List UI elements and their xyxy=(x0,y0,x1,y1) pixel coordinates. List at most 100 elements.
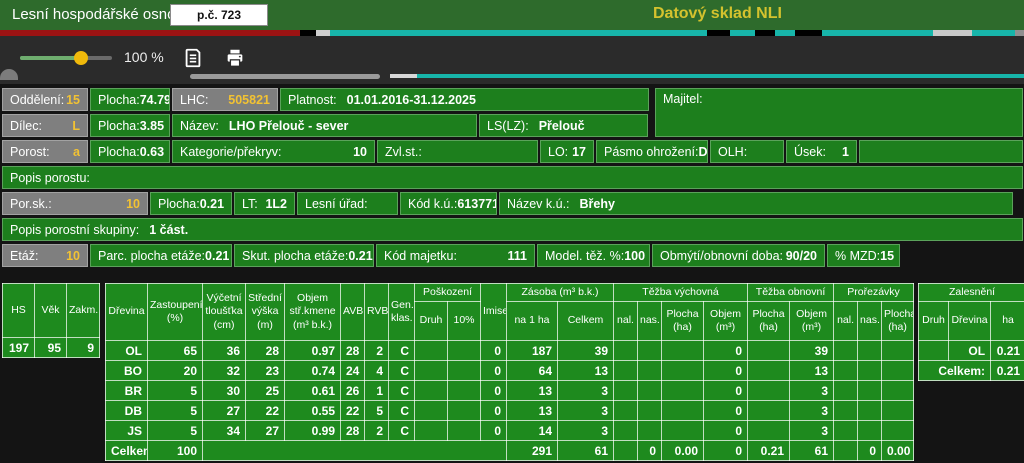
data-cell: BR xyxy=(105,380,148,401)
data-cell: 34 xyxy=(202,420,246,441)
data-cell xyxy=(414,360,448,381)
field-label: Plocha: xyxy=(158,196,200,211)
field-value: 74.79 xyxy=(139,92,170,107)
table-row: OL 65 36 28 0.97 28 2 C 0 187 39 0 39 xyxy=(105,340,915,361)
zoom-slider[interactable] xyxy=(20,51,112,65)
data-cell xyxy=(857,340,883,361)
field-label: LS(LZ): xyxy=(487,118,529,133)
document-button[interactable] xyxy=(180,45,206,71)
header-cell: Dřevina xyxy=(105,283,148,341)
field-value: 17 xyxy=(572,144,586,159)
field-value: LHO Přelouč - sever xyxy=(228,118,349,133)
field-pasmo: Pásmo ohrožení: D xyxy=(596,140,708,163)
data-cell: OL xyxy=(948,340,992,361)
data-cell xyxy=(637,360,662,381)
data-cell xyxy=(833,380,859,401)
field-label: Dílec: xyxy=(10,118,42,133)
plot-number-input[interactable]: p.č. 723 xyxy=(170,4,268,26)
field-value: 1 část. xyxy=(149,222,189,237)
header-cell: Zastoupení (%) xyxy=(147,283,203,341)
data-cell: 95 xyxy=(34,337,67,358)
data-cell: 0.00 xyxy=(881,440,915,461)
field-value: L xyxy=(72,118,80,133)
data-cell: 3 xyxy=(557,420,614,441)
data-cell: 3 xyxy=(557,400,614,421)
data-cell: 9 xyxy=(66,337,100,358)
data-cell: 100 xyxy=(147,440,203,461)
data-cell: C xyxy=(388,380,415,401)
print-button[interactable] xyxy=(222,45,248,71)
field-olh: OLH: xyxy=(710,140,784,163)
field-kategorie: Kategorie/překryv: 10 xyxy=(172,140,375,163)
data-cell: 0 xyxy=(480,420,507,441)
data-cell: 13 xyxy=(506,380,558,401)
data-cell: 22 xyxy=(340,400,365,421)
table-row: BR 5 30 25 0.61 26 1 C 0 13 3 0 3 xyxy=(105,380,915,401)
table-row: BO 20 32 23 0.74 24 4 C 0 64 13 0 13 xyxy=(105,360,915,381)
zoom-slider-handle[interactable] xyxy=(74,51,88,65)
data-cell xyxy=(881,420,915,441)
table-row: OL 0.21 xyxy=(918,340,1024,361)
data-cell: 0 xyxy=(857,440,883,461)
header-cell: Prořezávky xyxy=(833,283,915,302)
header-cell: Výčetní tloušťka (cm) xyxy=(202,283,246,341)
data-cell: 0 xyxy=(480,360,507,381)
field-value: a xyxy=(73,144,80,159)
species-table: Dřevina Zastoupení (%) Výčetní tloušťka (c… xyxy=(105,283,915,461)
data-cell: 5 xyxy=(147,420,203,441)
header-row: Druh Dřevina ha xyxy=(918,301,1024,341)
data-cell xyxy=(881,400,915,421)
data-cell: 0.97 xyxy=(284,340,341,361)
field-plocha-sk: Plocha: 0.21 xyxy=(150,192,232,215)
field-label: Název: xyxy=(180,118,219,133)
data-cell xyxy=(857,360,883,381)
field-porsk: Por.sk.: 10 xyxy=(2,192,148,215)
field-lt: LT: 1L2 xyxy=(234,192,295,215)
data-cell xyxy=(833,420,859,441)
field-value: D xyxy=(698,144,708,159)
header-cell: Objem stř.kmene (m³ b.k.) xyxy=(284,283,341,341)
header-cell: na 1 ha xyxy=(506,301,558,341)
data-cell xyxy=(447,380,481,401)
field-label: Porost: xyxy=(10,144,50,159)
header-cell: Imise xyxy=(480,283,507,341)
field-model-tez: Model. těž. %: 100 xyxy=(537,244,650,267)
table-row: DB 5 27 22 0.55 22 5 C 0 13 3 0 3 xyxy=(105,400,915,421)
stand-form: Majitel: Oddělení: 15 Plocha: 74.79 LHC:… xyxy=(2,88,1023,270)
data-cell xyxy=(414,420,448,441)
data-cell xyxy=(747,400,791,421)
data-cell: 25 xyxy=(245,380,285,401)
data-cell: 0 xyxy=(702,440,749,461)
data-cell xyxy=(918,340,950,361)
data-cell xyxy=(613,340,638,361)
field-label: Skut. plocha etáže: xyxy=(242,248,349,263)
field-label: Pásmo ohrožení: xyxy=(604,144,699,159)
data-cell xyxy=(661,340,704,361)
header-cell: RVB xyxy=(364,283,389,341)
data-cell xyxy=(637,380,662,401)
data-cell: 0.74 xyxy=(284,360,341,381)
field-nazev: Název: LHO Přelouč - sever xyxy=(172,114,477,137)
field-label: Por.sk.: xyxy=(10,196,52,211)
header-cell: Těžba obnovní xyxy=(747,283,835,302)
app-title: Lesní hospodářské osnovy xyxy=(12,6,191,23)
header-cell: Druh xyxy=(414,301,448,341)
header-cell: AVB xyxy=(340,283,365,341)
data-cell: 0.21 xyxy=(747,440,791,461)
field-label: Oddělení: xyxy=(10,92,65,107)
data-cell xyxy=(613,360,638,381)
data-cell xyxy=(613,420,638,441)
field-label: Název k.ú.: xyxy=(507,196,570,211)
header-cell: Plocha (ha) xyxy=(881,301,915,341)
data-cell: 5 xyxy=(147,400,203,421)
data-cell: 61 xyxy=(557,440,614,461)
horizontal-scrollbar-thumb[interactable] xyxy=(190,74,380,79)
field-label: Plocha: xyxy=(98,118,140,133)
header-cell: nas. xyxy=(857,301,883,341)
field-dilec: Dílec: L xyxy=(2,114,88,137)
field-value: Přelouč xyxy=(538,118,585,133)
data-cell: Celkem: xyxy=(918,360,992,381)
field-value: 505821 xyxy=(228,92,270,107)
data-cell xyxy=(613,380,638,401)
field-skut-plocha: Skut. plocha etáže: 0.21 xyxy=(234,244,374,267)
